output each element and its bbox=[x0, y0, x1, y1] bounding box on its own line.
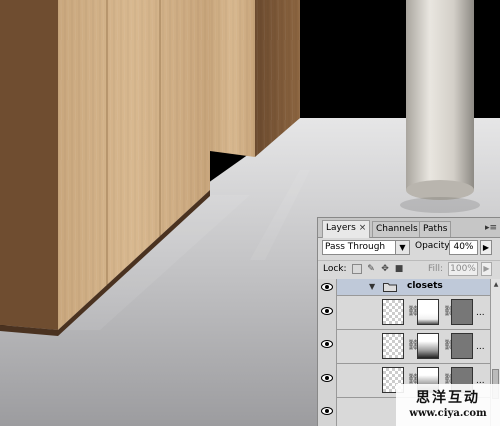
lock-all-icon[interactable]: ■ bbox=[394, 264, 404, 274]
layer-row[interactable]: ⛓ ⛓ ... bbox=[337, 296, 490, 330]
vector-mask-thumbnail[interactable] bbox=[451, 299, 473, 325]
eye-icon[interactable] bbox=[321, 283, 333, 291]
opacity-slider-arrow-icon[interactable]: ▶ bbox=[480, 240, 492, 255]
eye-icon[interactable] bbox=[321, 307, 333, 315]
eye-icon[interactable] bbox=[321, 340, 333, 348]
lock-image-pixels-icon[interactable]: ✎ bbox=[366, 264, 376, 274]
layer-row[interactable]: ⛓ ⛓ ... bbox=[337, 330, 490, 364]
visibility-column bbox=[318, 279, 337, 426]
tab-layers-label: Layers bbox=[326, 223, 356, 233]
scroll-up-icon[interactable]: ▲ bbox=[492, 280, 500, 289]
eye-icon[interactable] bbox=[321, 407, 333, 415]
watermark-url: www.ciya.com bbox=[409, 408, 487, 419]
panel-menu-icon[interactable]: ▸≡ bbox=[485, 223, 497, 233]
tab-channels-label: Channels bbox=[376, 224, 418, 234]
opacity-field[interactable]: 40% bbox=[449, 240, 478, 255]
lock-transparent-pixels-icon[interactable] bbox=[352, 264, 362, 274]
fill-label: Fill: bbox=[428, 264, 444, 274]
opacity-label: Opacity: bbox=[415, 241, 452, 251]
blend-mode-select[interactable]: Pass Through ▼ bbox=[322, 240, 410, 255]
tab-paths-label: Paths bbox=[423, 224, 448, 234]
watermark-title: 思洋互动 bbox=[416, 390, 480, 406]
layer-more: ... bbox=[476, 342, 485, 352]
group-name: closets bbox=[407, 281, 443, 291]
tab-channels[interactable]: Channels bbox=[372, 221, 422, 237]
vector-mask-thumbnail[interactable] bbox=[451, 333, 473, 359]
layer-thumbnail bbox=[382, 333, 404, 359]
close-icon[interactable]: × bbox=[359, 223, 367, 233]
tab-paths[interactable]: Paths bbox=[419, 221, 452, 237]
lock-position-icon[interactable]: ✥ bbox=[380, 264, 390, 274]
fill-slider-arrow-icon[interactable]: ▶ bbox=[481, 262, 492, 276]
layer-mask-thumbnail[interactable] bbox=[417, 299, 439, 325]
layer-group-row[interactable]: ▼ closets bbox=[337, 279, 490, 296]
blend-mode-value: Pass Through bbox=[325, 242, 386, 252]
layer-mask-thumbnail[interactable] bbox=[417, 333, 439, 359]
fill-field[interactable]: 100% bbox=[448, 262, 478, 276]
expand-triangle-icon[interactable]: ▼ bbox=[369, 282, 375, 291]
layer-thumbnail bbox=[382, 299, 404, 325]
watermark: 思洋互动 www.ciya.com bbox=[396, 384, 500, 426]
folder-icon bbox=[383, 283, 397, 292]
chevron-down-icon[interactable]: ▼ bbox=[395, 241, 409, 254]
tab-layers[interactable]: Layers × bbox=[322, 220, 371, 238]
eye-icon[interactable] bbox=[321, 374, 333, 382]
lock-label: Lock: bbox=[323, 264, 347, 274]
panel-tab-bar: Layers × Channels Paths ▸≡ bbox=[318, 218, 500, 238]
layer-more: ... bbox=[476, 308, 485, 318]
